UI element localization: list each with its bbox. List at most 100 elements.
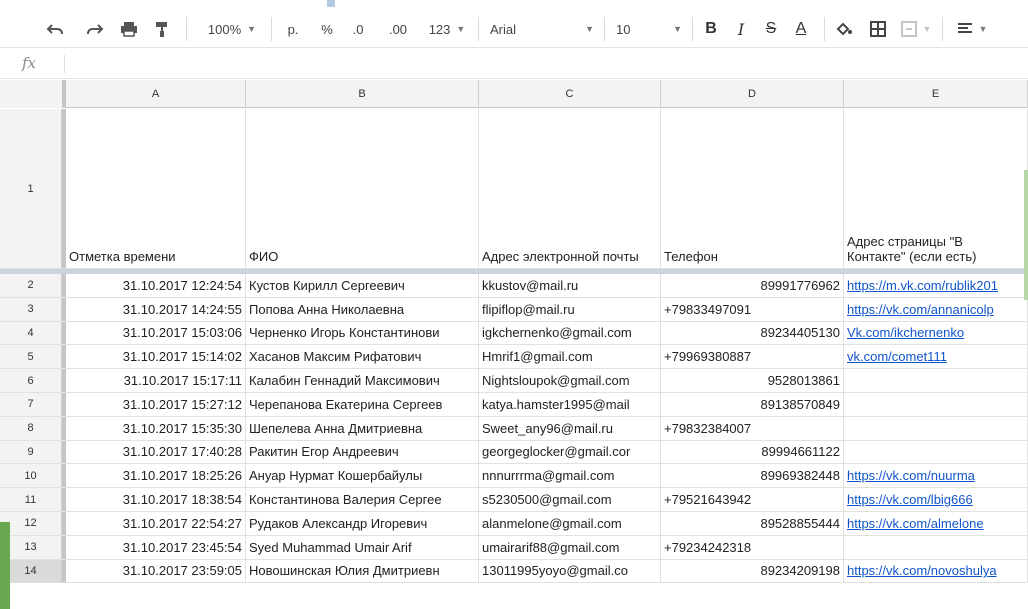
- cell-name[interactable]: Шепелева Анна Дмитриевна: [246, 416, 479, 440]
- cell-name[interactable]: Новошинская Юлия Дмитриевн: [246, 559, 479, 583]
- row-number[interactable]: 9: [0, 440, 62, 464]
- fill-color-icon[interactable]: [832, 18, 856, 40]
- header-cell-name[interactable]: ФИО: [246, 109, 479, 268]
- cell-timestamp[interactable]: 31.10.2017 22:54:27: [66, 512, 246, 535]
- cell-timestamp[interactable]: 31.10.2017 17:40:28: [66, 440, 246, 464]
- column-header-a[interactable]: A: [66, 80, 246, 108]
- redo-icon[interactable]: [84, 18, 106, 40]
- cell-phone[interactable]: +79832384007: [661, 416, 844, 440]
- cell-phone[interactable]: 89994661122: [661, 440, 844, 464]
- undo-icon[interactable]: [44, 18, 66, 40]
- borders-icon[interactable]: [866, 18, 890, 40]
- strikethrough-button[interactable]: S: [760, 18, 782, 40]
- horizontal-align-icon[interactable]: ▼: [952, 18, 992, 40]
- cell-timestamp[interactable]: 31.10.2017 15:17:11: [66, 369, 246, 392]
- zoom-select[interactable]: 100% ▼: [200, 18, 264, 40]
- formula-input[interactable]: [72, 55, 1012, 73]
- cell-phone[interactable]: 89234209198: [661, 559, 844, 583]
- cell-name[interactable]: Константинова Валерия Сергее: [246, 488, 479, 511]
- row-number[interactable]: 1: [0, 109, 62, 268]
- cell-name[interactable]: Хасанов Максим Рифатович: [246, 345, 479, 369]
- cell-name[interactable]: Кустов Кирилл Сергеевич: [246, 274, 479, 297]
- cell-name[interactable]: Попова Анна Николаевна: [246, 297, 479, 321]
- cell-email[interactable]: umairarif88@gmail.com: [479, 535, 661, 559]
- cell-email[interactable]: Hmrif1@gmail.com: [479, 345, 661, 369]
- header-cell-vk[interactable]: Адрес страницы "В Контакте" (если есть): [844, 109, 1028, 268]
- cell-email[interactable]: kkustov@mail.ru: [479, 274, 661, 297]
- decrease-decimal-button[interactable]: .0: [344, 18, 372, 40]
- cell-name[interactable]: Syed Muhammad Umair Arif: [246, 535, 479, 559]
- cell-phone[interactable]: +79521643942: [661, 488, 844, 511]
- select-all-corner[interactable]: [0, 80, 66, 108]
- row-number[interactable]: 7: [0, 393, 62, 416]
- row-number[interactable]: 10: [0, 464, 62, 488]
- cell-phone[interactable]: 9528013861: [661, 369, 844, 392]
- cell-timestamp[interactable]: 31.10.2017 14:24:55: [66, 297, 246, 321]
- column-header-b[interactable]: B: [246, 80, 479, 108]
- cell-timestamp[interactable]: 31.10.2017 18:38:54: [66, 488, 246, 511]
- more-formats-select[interactable]: 123 ▼: [422, 18, 472, 40]
- italic-button[interactable]: I: [730, 18, 752, 40]
- cell-timestamp[interactable]: 31.10.2017 15:27:12: [66, 393, 246, 416]
- font-size-select[interactable]: 10 ▼: [612, 18, 686, 40]
- cell-phone[interactable]: 89991776962: [661, 274, 844, 297]
- print-icon[interactable]: [118, 18, 140, 40]
- currency-format-button[interactable]: р.: [282, 18, 304, 40]
- cell-email[interactable]: 13011995yoyo@gmail.co: [479, 559, 661, 583]
- row-number[interactable]: 6: [0, 369, 62, 392]
- cell-phone[interactable]: 89138570849: [661, 393, 844, 416]
- cell-vk[interactable]: [844, 393, 1028, 416]
- cell-email[interactable]: Nightsloupok@gmail.com: [479, 369, 661, 392]
- row-number[interactable]: 8: [0, 416, 62, 440]
- percent-format-button[interactable]: %: [316, 18, 338, 40]
- cell-vk[interactable]: https://vk.com/lbig666: [844, 488, 1028, 511]
- cell-phone[interactable]: +79833497091: [661, 297, 844, 321]
- cell-timestamp[interactable]: 31.10.2017 15:03:06: [66, 321, 246, 345]
- increase-decimal-button[interactable]: .00: [382, 18, 414, 40]
- cell-phone[interactable]: +79969380887: [661, 345, 844, 369]
- row-number[interactable]: 3: [0, 297, 62, 321]
- cell-vk[interactable]: [844, 440, 1028, 464]
- row-number[interactable]: 11: [0, 488, 62, 511]
- column-header-c[interactable]: C: [479, 80, 661, 108]
- cell-vk[interactable]: https://m.vk.com/rublik201: [844, 274, 1028, 297]
- cell-email[interactable]: igkchernenko@gmail.com: [479, 321, 661, 345]
- cell-email[interactable]: alanmelone@gmail.com: [479, 512, 661, 535]
- cell-vk[interactable]: https://vk.com/nuurma: [844, 464, 1028, 488]
- header-cell-email[interactable]: Адрес электронной почты: [479, 109, 661, 268]
- font-family-select[interactable]: Arial ▼: [486, 18, 598, 40]
- cell-timestamp[interactable]: 31.10.2017 15:35:30: [66, 416, 246, 440]
- cell-timestamp[interactable]: 31.10.2017 18:25:26: [66, 464, 246, 488]
- cell-name[interactable]: Рудаков Александр Игоревич: [246, 512, 479, 535]
- bold-button[interactable]: B: [700, 18, 722, 40]
- cell-name[interactable]: Черепанова Екатерина Сергеев: [246, 393, 479, 416]
- header-cell-timestamp[interactable]: Отметка времени: [66, 109, 246, 268]
- row-number[interactable]: 2: [0, 274, 62, 297]
- cell-vk[interactable]: [844, 416, 1028, 440]
- cell-vk[interactable]: https://vk.com/novoshulya: [844, 559, 1028, 583]
- paint-format-icon[interactable]: [152, 18, 172, 40]
- header-cell-phone[interactable]: Телефон: [661, 109, 844, 268]
- cell-timestamp[interactable]: 31.10.2017 15:14:02: [66, 345, 246, 369]
- cell-vk[interactable]: Vk.com/ikchernenko: [844, 321, 1028, 345]
- column-header-e[interactable]: E: [844, 80, 1028, 108]
- cell-email[interactable]: katya.hamster1995@mail: [479, 393, 661, 416]
- cell-name[interactable]: Ракитин Егор Андреевич: [246, 440, 479, 464]
- row-number[interactable]: 4: [0, 321, 62, 345]
- merge-cells-icon[interactable]: ▼: [896, 18, 936, 40]
- column-header-d[interactable]: D: [661, 80, 844, 108]
- cell-timestamp[interactable]: 31.10.2017 12:24:54: [66, 274, 246, 297]
- cell-name[interactable]: Черненко Игорь Константинови: [246, 321, 479, 345]
- cell-name[interactable]: Калабин Геннадий Максимович: [246, 369, 479, 392]
- cell-vk[interactable]: https://vk.com/annanicolp: [844, 297, 1028, 321]
- cell-phone[interactable]: 89528855444: [661, 512, 844, 535]
- cell-vk[interactable]: [844, 535, 1028, 559]
- cell-phone[interactable]: 89234405130: [661, 321, 844, 345]
- cell-vk[interactable]: https://vk.com/almelone: [844, 512, 1028, 535]
- cell-email[interactable]: Sweet_any96@mail.ru: [479, 416, 661, 440]
- cell-vk[interactable]: [844, 369, 1028, 392]
- cell-name[interactable]: Ануар Нурмат Кошербайулы: [246, 464, 479, 488]
- cell-email[interactable]: georgeglocker@gmail.cor: [479, 440, 661, 464]
- text-color-button[interactable]: A: [788, 18, 814, 40]
- cell-vk[interactable]: vk.com/comet111: [844, 345, 1028, 369]
